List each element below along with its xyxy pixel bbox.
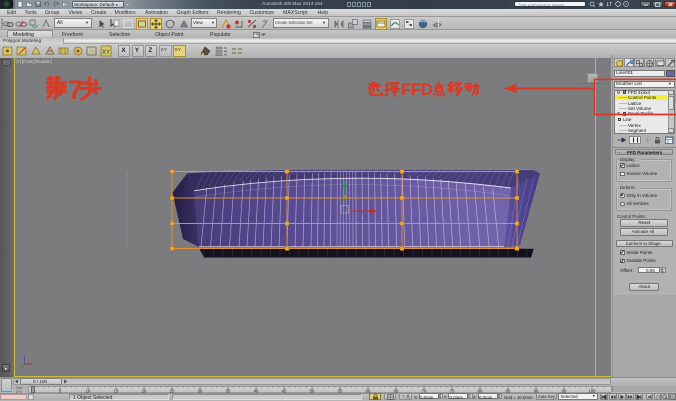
svg-text:FFD: FFD (401, 80, 433, 99)
